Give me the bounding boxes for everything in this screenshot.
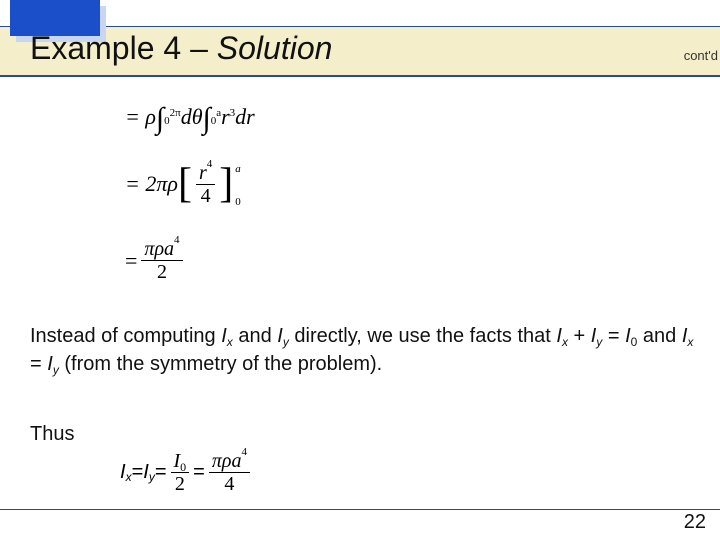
int2-hi: a (216, 107, 221, 119)
equation-line-2: = 2πρ [ r4 4 ] a 0 (125, 160, 241, 209)
r-exp: 3 (230, 107, 236, 119)
eq-c: = (193, 461, 205, 484)
right-bracket-icon: ] (219, 168, 233, 202)
solution-label: Solution (217, 30, 333, 66)
frac2-den: 4 (221, 473, 237, 495)
dtheta: dθ (181, 104, 203, 130)
eq1-prefix: = ρ (125, 104, 156, 129)
Iy: I (277, 325, 283, 347)
continued-label: cont'd (684, 48, 718, 63)
sub-x2: x (562, 335, 568, 349)
frac-num-exp: 4 (174, 234, 180, 246)
frac-num: r (199, 162, 207, 184)
text-h: (from the symmetry of the problem). (59, 353, 382, 375)
title-dash: – (181, 30, 217, 66)
text-g: = (30, 353, 47, 375)
frac1-num-sub: 0 (180, 460, 186, 474)
sub-x: x (227, 335, 233, 349)
fraction: πρa4 4 (209, 450, 250, 495)
Iy3: I (47, 353, 53, 375)
eq-b: = (155, 461, 167, 484)
page-number: 22 (684, 511, 706, 534)
frac-num-exp: 4 (207, 158, 213, 170)
equation-line-3: = πρa4 2 (125, 238, 187, 283)
int1-hi: 2π (170, 107, 181, 119)
frac-num: πρa (144, 238, 174, 260)
frac-den: 2 (154, 261, 170, 283)
fraction: r4 4 (196, 162, 215, 207)
sub-y: y (283, 335, 289, 349)
fraction: I0 2 (171, 450, 190, 495)
eval-limits: a 0 (235, 162, 241, 211)
sub-x3: x (687, 335, 693, 349)
dr: dr (235, 104, 255, 130)
footer-rule (0, 509, 720, 510)
text-e: = (602, 325, 625, 347)
lim-lo: 0 (235, 195, 241, 210)
text-f: and (637, 325, 681, 347)
thus-label: Thus (30, 420, 700, 448)
r-var: r (221, 104, 230, 130)
fraction: πρa4 2 (141, 238, 182, 283)
slide-title: Example 4 – Solution (30, 30, 332, 67)
eq2-prefix: = 2πρ (125, 171, 178, 197)
sub-y3: y (53, 363, 59, 377)
Ix: I (221, 325, 227, 347)
equation-line-1: = ρ ∫02π dθ ∫0a r3 dr (125, 100, 255, 134)
sub-x-final: x (126, 470, 132, 484)
eq3-eq: = (125, 248, 137, 274)
sub-y2: y (596, 335, 602, 349)
eq-a: = (132, 461, 144, 484)
text-d: + (568, 325, 591, 347)
frac2-num: πρa (212, 450, 242, 472)
frac1-den: 2 (172, 473, 188, 495)
left-bracket-icon: [ (178, 168, 192, 202)
body-paragraph: Instead of computing Ix and Iy directly,… (30, 322, 700, 378)
sub-0: 0 (631, 335, 638, 349)
integral-icon: ∫ (156, 102, 164, 136)
integral-icon: ∫ (203, 102, 211, 136)
I0: I (625, 325, 631, 347)
example-number: Example 4 (30, 30, 181, 66)
sub-y-final: y (149, 470, 155, 484)
text-c: directly, we use the facts that (289, 325, 557, 347)
frac-den: 4 (198, 185, 214, 207)
text-a: Instead of computing (30, 325, 221, 347)
final-equation: Ix = Iy = I0 2 = πρa4 4 (120, 450, 254, 495)
lim-hi: a (235, 162, 241, 177)
text-b: and (233, 325, 277, 347)
frac2-num-exp: 4 (241, 446, 247, 458)
